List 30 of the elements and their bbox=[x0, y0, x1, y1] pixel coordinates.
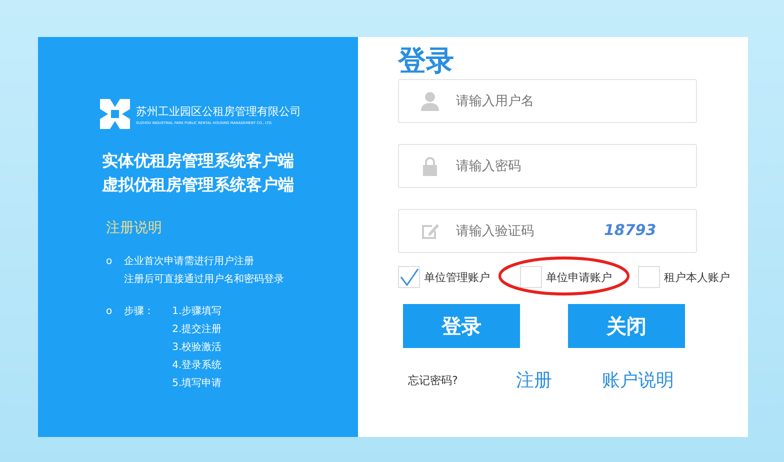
steps-label: 步骤： bbox=[124, 304, 154, 319]
account-type-label: 单位管理账户 bbox=[424, 270, 490, 284]
input-field[interactable]: 请输入用户名 bbox=[398, 79, 697, 123]
notes-title: 注册说明 bbox=[106, 219, 163, 237]
account-type-label: 租户本人账户 bbox=[664, 270, 730, 284]
action-button[interactable]: 登录 bbox=[403, 304, 520, 348]
step-text: 1.步骤填写 bbox=[172, 304, 222, 319]
note-text: 注册后可直接通过用户名和密码登录 bbox=[124, 272, 284, 287]
checkbox[interactable] bbox=[638, 266, 660, 288]
logo-icon bbox=[100, 99, 130, 129]
captcha-code[interactable]: 18793 bbox=[604, 221, 656, 239]
note-text: 企业首次申请需进行用户注册 bbox=[124, 254, 256, 269]
text-link[interactable]: 账户说明 bbox=[602, 368, 674, 392]
checkbox[interactable] bbox=[398, 266, 420, 288]
step-text: 4.登录系统 bbox=[172, 358, 222, 373]
account-type-label: 单位申请账户 bbox=[546, 270, 612, 284]
checkbox[interactable] bbox=[520, 266, 542, 288]
bullet-mark: o bbox=[106, 305, 112, 319]
action-button[interactable]: 关闭 bbox=[568, 304, 685, 348]
text-link[interactable]: 注册 bbox=[516, 368, 552, 392]
login-title: 登录 bbox=[398, 43, 455, 79]
input-field[interactable]: 请输入密码 bbox=[398, 144, 697, 188]
step-text: 3.校验激活 bbox=[172, 340, 222, 355]
step-text: 5.填写申请 bbox=[172, 376, 222, 391]
system-title: 实体优租房管理系统客户端 bbox=[102, 150, 295, 172]
system-title: 虚拟优租房管理系统客户端 bbox=[102, 174, 295, 196]
bullet-mark: o bbox=[106, 255, 112, 269]
step-text: 2.提交注册 bbox=[172, 322, 222, 337]
text-link[interactable]: 忘记密码? bbox=[408, 372, 458, 388]
company-name: 苏州工业园区公租房管理有限公司 bbox=[136, 104, 301, 118]
